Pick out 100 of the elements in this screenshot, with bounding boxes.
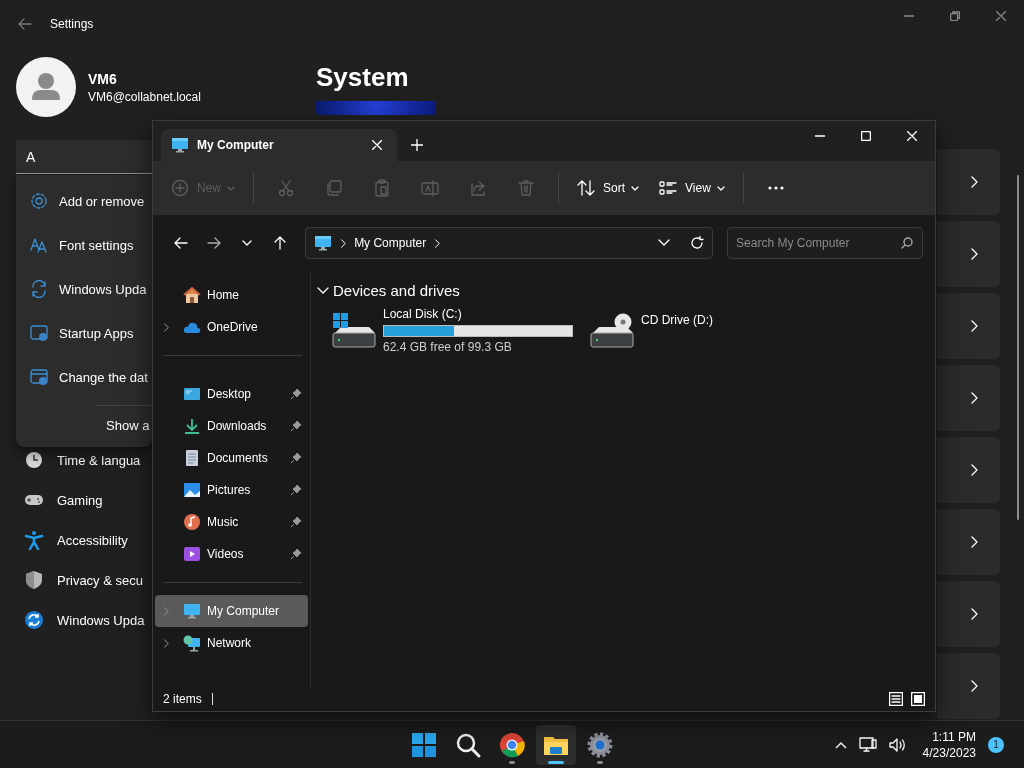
nav-item[interactable]: Time & langua [16, 440, 152, 480]
chevron-up-icon[interactable] [834, 740, 847, 749]
caret-down-icon [716, 185, 725, 191]
nav-pane-item[interactable]: Home [155, 279, 308, 311]
sort-button[interactable]: Sort [569, 170, 648, 206]
nav-icon [24, 450, 44, 470]
restore-icon [950, 11, 960, 21]
computer-icon [183, 602, 201, 620]
nav-item[interactable]: Accessibility [16, 520, 152, 560]
suggestion-icon [30, 324, 48, 342]
forward-arrow-icon [206, 236, 221, 250]
chevron-right-icon [970, 608, 978, 620]
suggestion-icon [30, 236, 48, 254]
nav-pane-item[interactable]: OneDrive [155, 311, 308, 343]
cd-drive-icon [589, 312, 635, 349]
suggestion-icon [30, 368, 48, 386]
tab[interactable]: My Computer [161, 129, 397, 161]
nav-item[interactable]: Windows Upda [16, 600, 152, 640]
user-email: VM6@collabnet.local [88, 89, 201, 104]
nav-icon [24, 530, 44, 550]
home-icon [183, 286, 201, 304]
chevron-right-icon [434, 238, 441, 248]
nav-pane-item[interactable]: My Computer [155, 595, 308, 627]
suggestion-item[interactable]: Windows Upda [16, 267, 152, 311]
chevron-right-icon [340, 238, 347, 248]
suggestion-item[interactable]: Change the dat [16, 355, 152, 399]
suggestion-icon [30, 280, 48, 298]
breadcrumb-item[interactable]: My Computer [354, 236, 427, 250]
search-field[interactable]: Search My Computer [727, 227, 923, 259]
back-arrow-icon [173, 236, 188, 250]
nav-icon [24, 570, 44, 590]
suggestion-item[interactable]: Font settings [16, 223, 152, 267]
view-list-button[interactable]: View [651, 170, 733, 206]
nav-icon [24, 610, 44, 630]
nav-pane-item[interactable]: Downloads [155, 410, 308, 442]
avatar-icon [16, 57, 76, 117]
gear-icon [586, 730, 614, 759]
network-icon [183, 634, 201, 652]
nav-pane-item[interactable]: Documents [155, 442, 308, 474]
tab-title: My Computer [197, 138, 275, 152]
suggestion-item[interactable]: Add or remove [16, 179, 152, 223]
chevron-right-icon [970, 464, 978, 476]
search-icon [900, 237, 913, 249]
chevron-right-icon [970, 536, 978, 548]
section-header[interactable]: Devices and drives [317, 279, 929, 301]
close-icon [907, 131, 917, 141]
tiles-view-icon[interactable] [911, 692, 925, 706]
video-icon [183, 545, 201, 563]
taskbar-app[interactable] [536, 724, 576, 765]
back-arrow-icon[interactable] [18, 18, 32, 30]
nav-item[interactable]: Gaming [16, 480, 152, 520]
chevron-right-icon [970, 176, 978, 188]
chevron-down-icon[interactable] [658, 239, 671, 247]
caret-down-icon [631, 185, 640, 191]
scrollbar[interactable] [1017, 175, 1019, 520]
item-count: 2 items [163, 692, 202, 706]
desktop-icon [183, 385, 201, 403]
nav-item[interactable]: Privacy & secu [16, 560, 152, 600]
nav-pane-item[interactable]: Music [155, 506, 308, 538]
suggestion-icon [30, 192, 48, 210]
drive-icon [331, 312, 377, 349]
document-icon [183, 449, 201, 467]
up-arrow-icon [272, 236, 287, 250]
maximize-icon [861, 131, 871, 141]
nav-pane-item[interactable]: Network [155, 627, 308, 659]
chevron-right-icon [970, 680, 978, 692]
notification-badge[interactable]: 1 [988, 736, 1004, 753]
nav-pane-item[interactable]: Videos [155, 538, 308, 570]
show-all-link[interactable]: Show a [16, 412, 152, 439]
picture-icon [183, 481, 201, 499]
download-icon [183, 417, 201, 435]
close-icon [996, 11, 1006, 21]
nav-pane-item[interactable]: Desktop [155, 378, 308, 410]
computer-icon [171, 137, 189, 153]
drive-name[interactable]: CD Drive (D:) [641, 313, 713, 327]
page-heading: System [316, 62, 410, 93]
clock[interactable]: 1:11 PM 4/23/2023 [922, 728, 976, 761]
caret-down-icon [227, 185, 235, 191]
chevron-right-icon [970, 320, 978, 332]
plus-icon [411, 139, 423, 151]
text-cursor [211, 693, 213, 705]
user-name: VM6 [88, 70, 118, 87]
free-space-text: 62.4 GB free of 99.3 GB [383, 340, 513, 354]
address-bar[interactable]: My Computer [305, 227, 714, 259]
suggestion-item[interactable]: Startup Apps [16, 311, 152, 355]
music-icon [183, 513, 201, 531]
network-icon[interactable] [858, 736, 877, 753]
details-view-icon[interactable] [889, 692, 903, 706]
refresh-icon[interactable] [690, 236, 705, 250]
close-icon [372, 140, 382, 150]
volume-icon[interactable] [888, 736, 907, 753]
window-title: Settings [50, 17, 94, 31]
chevron-right-icon [970, 248, 978, 260]
start-icon [410, 730, 438, 759]
chevron-right-icon [970, 392, 978, 404]
drive-name[interactable]: Local Disk (C:) [383, 307, 573, 321]
browser-icon [498, 730, 526, 759]
nav-pane-item[interactable]: Pictures [155, 474, 308, 506]
search-field[interactable]: A [16, 140, 152, 174]
computer-icon [314, 235, 333, 251]
